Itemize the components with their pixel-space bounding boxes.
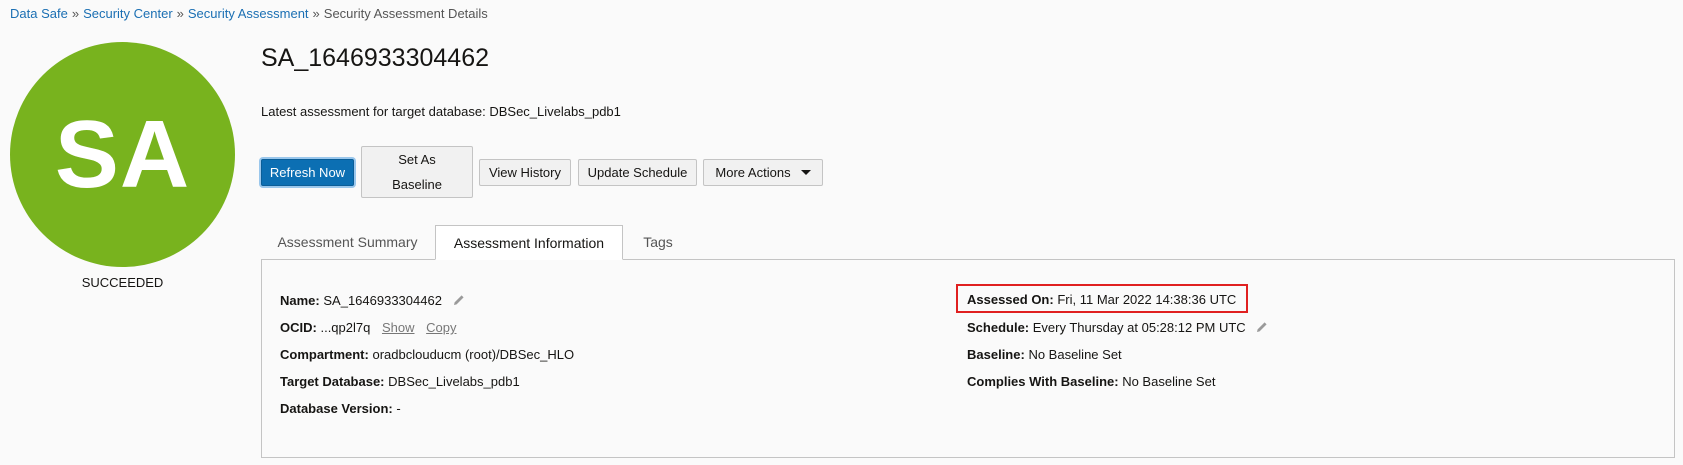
baseline-value: No Baseline Set (1028, 347, 1122, 362)
complies-with-baseline-value: No Baseline Set (1122, 374, 1216, 389)
page-title: SA_1646933304462 (261, 44, 490, 72)
breadcrumb-security-assessment[interactable]: Security Assessment (188, 6, 309, 21)
caret-down-icon (800, 170, 811, 175)
breadcrumb-separator: » (312, 6, 320, 21)
assessment-information-panel: Name: SA_1646933304462 OCID: ...qp2l7q S… (261, 259, 1675, 458)
update-schedule-button[interactable]: Update Schedule (578, 159, 697, 186)
compartment-value: oradbclouducm (root)/DBSec_HLO (372, 347, 575, 362)
avatar: SA (10, 42, 235, 267)
avatar-initials: SA (54, 100, 191, 208)
set-as-baseline-label-line1: Set As (398, 152, 436, 167)
ocid-field: OCID: ...qp2l7q Show Copy (280, 320, 456, 335)
breadcrumb-security-center[interactable]: Security Center (83, 6, 173, 21)
assessed-on-field: Assessed On: Fri, 11 Mar 2022 14:38:36 U… (967, 292, 1236, 307)
name-label: Name: (280, 293, 320, 308)
breadcrumb-current: Security Assessment Details (323, 6, 488, 21)
database-version-field: Database Version: - (280, 401, 401, 416)
more-actions-label: More Actions (715, 165, 791, 180)
ocid-show-link[interactable]: Show (382, 320, 415, 335)
status-label: SUCCEEDED (81, 275, 164, 290)
tab-assessment-information[interactable]: Assessment Information (435, 225, 623, 260)
tab-tags[interactable]: Tags (623, 225, 693, 259)
schedule-value: Every Thursday at 05:28:12 PM UTC (1032, 320, 1246, 335)
refresh-now-button[interactable]: Refresh Now (261, 159, 354, 186)
ocid-value: ...qp2l7q (320, 320, 371, 335)
breadcrumb-separator: » (71, 6, 80, 21)
complies-with-baseline-label: Complies With Baseline: (967, 374, 1119, 389)
more-actions-button[interactable]: More Actions (703, 159, 823, 186)
edit-name-pencil-icon[interactable] (452, 293, 466, 310)
target-database-value: DBSec_Livelabs_pdb1 (388, 374, 520, 389)
name-field: Name: SA_1646933304462 (280, 293, 466, 310)
set-as-baseline-button[interactable]: Set As Baseline (361, 146, 473, 198)
breadcrumb-separator: » (176, 6, 184, 21)
set-as-baseline-label-line2: Baseline (392, 177, 442, 192)
assessed-on-label: Assessed On: (967, 292, 1054, 307)
schedule-field: Schedule: Every Thursday at 05:28:12 PM … (967, 320, 1269, 337)
compartment-label: Compartment: (280, 347, 369, 362)
baseline-label: Baseline: (967, 347, 1025, 362)
compartment-field: Compartment: oradbclouducm (root)/DBSec_… (280, 347, 574, 362)
complies-with-baseline-field: Complies With Baseline: No Baseline Set (967, 374, 1215, 389)
view-history-button[interactable]: View History (479, 159, 571, 186)
target-database-field: Target Database: DBSec_Livelabs_pdb1 (280, 374, 520, 389)
breadcrumb-data-safe[interactable]: Data Safe (10, 6, 68, 21)
ocid-label: OCID: (280, 320, 317, 335)
baseline-field: Baseline: No Baseline Set (967, 347, 1122, 362)
database-version-label: Database Version: (280, 401, 393, 416)
ocid-copy-link[interactable]: Copy (426, 320, 456, 335)
edit-schedule-pencil-icon[interactable] (1255, 320, 1269, 337)
page-subtitle: Latest assessment for target database: D… (261, 104, 621, 119)
name-value: SA_1646933304462 (323, 293, 442, 308)
assessed-on-value: Fri, 11 Mar 2022 14:38:36 UTC (1057, 292, 1237, 307)
database-version-value: - (396, 401, 401, 416)
schedule-label: Schedule: (967, 320, 1030, 335)
target-database-label: Target Database: (280, 374, 385, 389)
tab-assessment-summary[interactable]: Assessment Summary (261, 225, 434, 259)
breadcrumb: Data Safe» Security Center» Security Asses… (10, 6, 488, 21)
